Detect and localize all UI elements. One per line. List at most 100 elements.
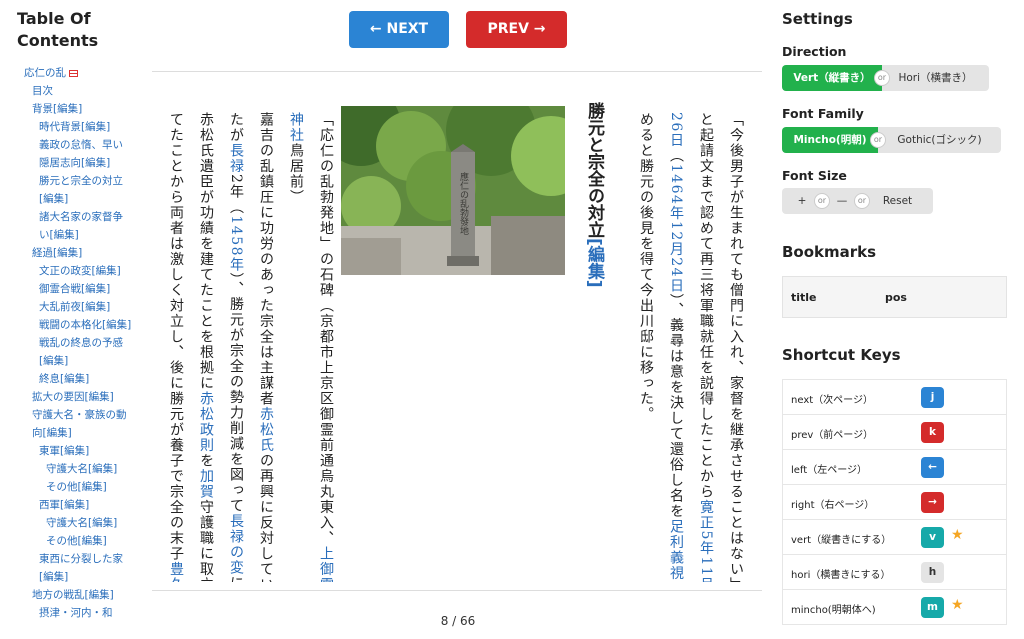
shortcut-row: hori（横書きにする） h: [782, 555, 1007, 590]
shortcut-keys-title: Shortcut Keys: [782, 346, 901, 364]
reader-content: 「今後男子が生まれても僧門に入れ、家督を継承させることはない」 と起請文まで認め…: [152, 82, 762, 582]
link-choroku-no-hen[interactable]: 長禄の変: [228, 514, 244, 576]
toc-item[interactable]: 文正の政変[編集]: [0, 262, 140, 280]
or-divider: or: [814, 193, 830, 209]
link-kamigoryo[interactable]: 上御霊: [318, 546, 334, 582]
next-button[interactable]: ← NEXT: [349, 11, 449, 48]
text-column: 嘉吉の乱鎮圧に功労のあった宗全は主謀者赤松氏の再興に反対してい: [258, 112, 274, 582]
link-ashikaga-yoshimi[interactable]: 足利義視: [668, 519, 684, 581]
toc-item[interactable]: [編集]: [0, 568, 140, 586]
toc-item[interactable]: 守護大名・豪族の動: [0, 406, 140, 424]
shortcut-key-badge: v: [921, 527, 944, 548]
toc-item[interactable]: 諸大名家の家督争: [0, 208, 140, 226]
or-divider: or: [870, 132, 886, 148]
bookmarks-col-title: title: [791, 291, 817, 304]
font-size-controls: + or — or Reset: [782, 188, 933, 214]
toc-item[interactable]: 時代背景[編集]: [0, 118, 140, 136]
shortcut-keys-table: next（次ページ） j prev（前ページ） k left（左ページ） ← right（右…: [782, 379, 1007, 625]
toc-item[interactable]: 隠居志向[編集]: [0, 154, 140, 172]
font-family-toggle: Mincho(明朝) or Gothic(ゴシック): [782, 127, 1001, 153]
shortcut-row: left（左ページ） ←: [782, 450, 1007, 485]
toc-item[interactable]: 御霊合戦[編集]: [0, 280, 140, 298]
toc-item[interactable]: 東軍[編集]: [0, 442, 140, 460]
shortcut-key-badge: →: [921, 492, 944, 513]
direction-toggle: Vert（縦書き） or Hori（横書き）: [782, 65, 989, 91]
shortcut-row: mincho(明朝体へ) m ★: [782, 590, 1007, 625]
toc-item[interactable]: 義政の怠惰、早い: [0, 136, 140, 154]
shortcut-key-badge: k: [921, 422, 944, 443]
table-of-contents: Table Of Contents 応仁の乱 目次 背景[編集] 時代背景[編集] 義政…: [0, 0, 140, 639]
link-toyohisa[interactable]: 豊久: [168, 562, 184, 583]
font-size-label: Font Size: [782, 168, 847, 183]
mincho-option[interactable]: Mincho(明朝): [782, 127, 878, 153]
toc-item[interactable]: 大乱前夜[編集]: [0, 298, 140, 316]
star-icon: ★: [951, 597, 964, 613]
link-akamatsu[interactable]: 赤松氏: [258, 407, 274, 454]
toc-item[interactable]: 目次: [0, 82, 140, 100]
toc-item[interactable]: 戦乱の終息の予感: [0, 334, 140, 352]
toc-item[interactable]: 地方の戦乱[編集]: [0, 586, 140, 604]
bookmarks-table: title pos: [782, 276, 1007, 318]
shortcut-label: right（右ページ）: [791, 500, 875, 511]
toc-item[interactable]: 向[編集]: [0, 424, 140, 442]
link-kaga[interactable]: 加賀: [198, 469, 214, 500]
svg-text:應仁の乱勃發地: 應仁の乱勃發地: [458, 171, 469, 235]
shortcut-key-badge: j: [921, 387, 944, 408]
toc-item[interactable]: 守護大名[編集]: [0, 514, 140, 532]
toc-item[interactable]: 東西に分裂した家: [0, 550, 140, 568]
toc-item[interactable]: 応仁の乱: [0, 64, 140, 82]
text-column: 「今後男子が生まれても僧門に入れ、家督を継承させることはない」: [728, 112, 744, 582]
link-26day[interactable]: 26日: [668, 112, 684, 148]
toc-item[interactable]: その他[編集]: [0, 478, 140, 496]
link-1464[interactable]: 1464年12月24日: [668, 164, 684, 294]
toc-item[interactable]: 背景[編集]: [0, 100, 140, 118]
or-divider: or: [854, 193, 870, 209]
link-choroku[interactable]: 長禄: [228, 143, 244, 174]
shortcut-key-badge: ←: [921, 457, 944, 478]
link-kansho[interactable]: 寛正5年11月: [698, 500, 714, 583]
star-icon: ★: [951, 527, 964, 543]
or-divider: or: [874, 70, 890, 86]
text-column: 赤松氏遺臣が功績を建てたことを根拠に赤松政則を加賀守護職に取立: [198, 112, 214, 582]
toc-item[interactable]: [編集]: [0, 352, 140, 370]
monument-photo-image: 應仁の乱勃發地: [341, 106, 565, 275]
toc-item[interactable]: 勝元と宗全の対立: [0, 172, 140, 190]
text-column: めると勝元の後見を得て今出川邸に移った。: [638, 112, 654, 422]
font-size-reset-button[interactable]: Reset: [862, 188, 933, 214]
shortcut-row: vert（縦書きにする） v ★: [782, 520, 1007, 555]
vert-option[interactable]: Vert（縦書き）: [782, 65, 882, 91]
text-column: と起請文まで認めて再三将軍職就任を説得したことから寛正5年11月: [694, 112, 718, 582]
shortcut-label: next（次ページ）: [791, 395, 873, 406]
text-column: 「応仁の乱勃発地」の石碑（京都市上京区御霊前通烏丸東入、上御霊: [314, 112, 338, 582]
toc-item[interactable]: 戦闘の本格化[編集]: [0, 316, 140, 334]
toc-item[interactable]: 西軍[編集]: [0, 496, 140, 514]
toc-item[interactable]: 摂津・河内・和: [0, 604, 140, 622]
toc-item[interactable]: 拡大の要因[編集]: [0, 388, 140, 406]
link-1458[interactable]: 1458年: [228, 215, 244, 272]
gothic-option[interactable]: Gothic(ゴシック): [878, 127, 1001, 153]
link-akamatsu-masanori[interactable]: 赤松政則: [198, 391, 214, 453]
link-jinja[interactable]: 神社: [288, 112, 304, 143]
toc-item[interactable]: 守護大名[編集]: [0, 460, 140, 478]
page-number: 8 / 66: [440, 614, 476, 628]
font-family-label: Font Family: [782, 106, 864, 121]
edit-link[interactable]: [編集]: [584, 238, 604, 288]
settings-panel: Settings Direction Vert（縦書き） or Hori（横書き…: [770, 0, 1024, 639]
toc-item[interactable]: [編集]: [0, 190, 140, 208]
toc-item[interactable]: 経過[編集]: [0, 244, 140, 262]
toc-item[interactable]: その他[編集]: [0, 532, 140, 550]
toc-item[interactable]: い[編集]: [0, 226, 140, 244]
settings-title: Settings: [782, 10, 853, 28]
bottom-divider: [152, 590, 762, 591]
bookmarks-col-pos: pos: [885, 291, 907, 304]
toc-list: 応仁の乱 目次 背景[編集] 時代背景[編集] 義政の怠惰、早い 隠居志向[編集] 勝元と宗…: [0, 64, 140, 622]
toc-item[interactable]: 終息[編集]: [0, 370, 140, 388]
shortcut-row: prev（前ページ） k: [782, 415, 1007, 450]
prev-button[interactable]: PREV →: [466, 11, 567, 48]
direction-label: Direction: [782, 44, 847, 59]
shortcut-key-badge: m: [921, 597, 944, 618]
hori-option[interactable]: Hori（横書き）: [882, 65, 989, 91]
text-column: 神社鳥居前）: [288, 112, 304, 205]
monument-photo: 應仁の乱勃發地: [341, 106, 565, 275]
shortcut-label: vert（縦書きにする）: [791, 535, 892, 546]
